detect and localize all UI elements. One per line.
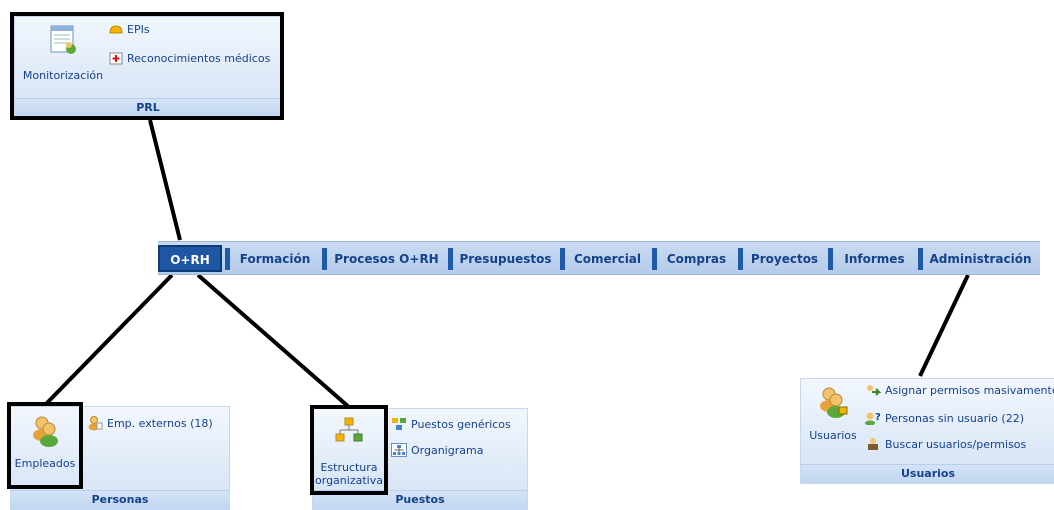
external-user-icon	[88, 416, 103, 431]
users-icon	[820, 387, 848, 418]
monitorizacion-label: Monitorización	[22, 69, 104, 82]
puestos-group-label: Puestos	[313, 490, 527, 509]
estructura-label-line2: organizativa	[315, 474, 383, 487]
tab-formacion[interactable]: Formación	[225, 248, 320, 270]
organigrama-label: Organigrama	[411, 443, 484, 457]
tab-procesos[interactable]: Procesos O+RH	[322, 248, 446, 270]
usuarios-button[interactable]: Usuarios	[803, 385, 863, 442]
monitorizacion-button[interactable]: Monitorización	[19, 23, 107, 82]
puestos-genericos-label: Puestos genéricos	[411, 417, 511, 431]
tab-proyectos[interactable]: Proyectos	[738, 248, 826, 270]
epis-button[interactable]: EPIs	[109, 23, 150, 36]
prl-group: Monitorización EPIs Reconocimientos médi…	[14, 16, 282, 118]
empleados-button[interactable]: Empleados	[13, 413, 77, 470]
emp-externos-label: Emp. externos (18)	[107, 416, 213, 430]
tab-comercial[interactable]: Comercial	[560, 248, 650, 270]
estructura-organizativa-button[interactable]: Estructura organizativa	[315, 415, 383, 487]
assign-permissions-icon	[867, 385, 881, 396]
search-users-icon	[868, 438, 878, 450]
personas-sin-usuario-button[interactable]: ? Personas sin usuario (22)	[865, 411, 1024, 425]
tab-compras[interactable]: Compras	[652, 248, 736, 270]
empleados-label: Empleados	[14, 457, 76, 470]
tab-o-rh[interactable]: O+RH	[158, 245, 222, 272]
emp-externos-button[interactable]: Emp. externos (18)	[87, 415, 213, 431]
personas-group-label: Personas	[11, 490, 229, 509]
buscar-usuarios-label: Buscar usuarios/permisos	[885, 437, 1027, 451]
organigrama-button[interactable]: Organigrama	[391, 443, 483, 457]
employees-icon	[33, 416, 58, 447]
prl-group-label: PRL	[15, 98, 281, 117]
tab-presupuestos[interactable]: Presupuestos	[448, 248, 558, 270]
epis-label: EPIs	[127, 23, 150, 36]
svg-text:?: ?	[875, 412, 881, 423]
org-structure-icon	[335, 417, 363, 442]
asignar-permisos-label: Asignar permisos masivamente	[885, 383, 1054, 397]
usuarios-label: Usuarios	[809, 429, 857, 442]
estructura-label-line1: Estructura	[320, 461, 378, 474]
usuarios-group-label: Usuarios	[801, 464, 1054, 483]
asignar-permisos-button[interactable]: Asignar permisos masivamente	[865, 383, 1054, 397]
user-question-icon: ?	[865, 412, 881, 425]
personas-group: Empleados Emp. externos (18) Personas	[10, 406, 230, 510]
org-chart-icon	[391, 443, 407, 457]
tab-administracion[interactable]: Administración	[918, 248, 1038, 270]
monitor-report-icon	[50, 25, 76, 54]
tab-informes[interactable]: Informes	[828, 248, 916, 270]
usuarios-group: Usuarios Asignar permisos masivamente ? …	[800, 378, 1054, 484]
first-aid-icon	[109, 52, 123, 65]
helmet-icon	[109, 24, 123, 33]
generic-positions-icon	[392, 418, 406, 430]
ribbon-tab-bar: O+RH Formación Procesos O+RH Presupuesto…	[158, 241, 1040, 275]
puestos-group: Estructura organizativa Puestos genérico…	[312, 408, 528, 510]
puestos-genericos-button[interactable]: Puestos genéricos	[391, 417, 511, 431]
buscar-usuarios-button[interactable]: Buscar usuarios/permisos	[865, 437, 1026, 451]
personas-sin-usuario-label: Personas sin usuario (22)	[885, 411, 1024, 425]
reconocimientos-label: Reconocimientos médicos	[127, 51, 271, 65]
reconocimientos-button[interactable]: Reconocimientos médicos	[109, 51, 270, 65]
